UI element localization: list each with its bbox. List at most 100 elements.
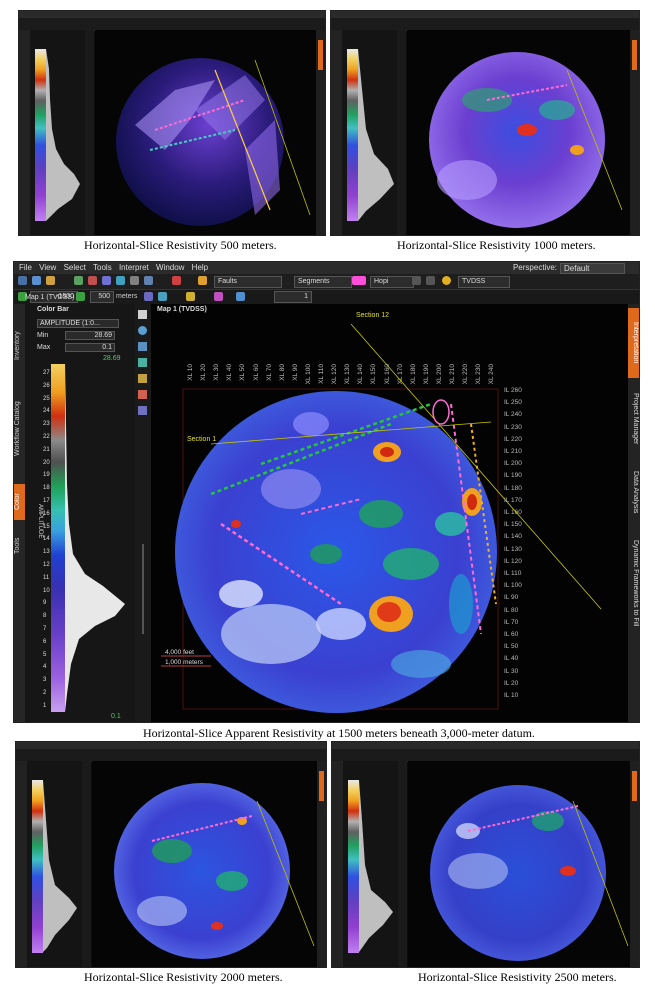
layers-icon[interactable] (74, 276, 83, 285)
crossline-label: XL 220 (462, 364, 470, 385)
tab-tools[interactable]: Tools (14, 528, 25, 564)
color-scale-tick: 22 (43, 434, 50, 440)
open-icon[interactable] (46, 276, 55, 285)
color-scale-tick: 8 (43, 613, 47, 620)
tab-inventory[interactable]: Inventory (14, 316, 25, 376)
color-scale-tick: 7 (43, 626, 47, 632)
color-scale-tick: 10 (43, 587, 50, 594)
segments-select[interactable]: Segments (294, 276, 352, 288)
map-view[interactable] (92, 761, 317, 967)
fit-tool-icon[interactable] (138, 374, 147, 383)
histogram (43, 780, 77, 952)
target-icon[interactable] (172, 276, 181, 285)
frame-input[interactable]: 1 (274, 291, 312, 303)
horizon-color-swatch[interactable] (352, 276, 366, 285)
menu-window[interactable]: Window (156, 262, 184, 274)
color-scale-tick: 19 (43, 472, 50, 479)
well-icon[interactable] (102, 276, 111, 285)
menu-interpret[interactable]: Interpret (119, 262, 149, 274)
color-scale-tick: 6 (43, 638, 47, 645)
light-icon[interactable] (442, 276, 451, 285)
tab-project-manager[interactable]: Project Manager (628, 384, 639, 454)
draw-icon[interactable] (214, 292, 223, 301)
pencil-icon[interactable] (198, 276, 207, 285)
map-view[interactable] (408, 761, 630, 967)
domain-select[interactable]: TVDSS (458, 276, 510, 288)
perspective-select[interactable]: Default (560, 263, 625, 274)
select-tool-icon[interactable] (138, 310, 147, 319)
tab-dynamic-frameworks[interactable]: Dynamic Frameworks to Fill (628, 528, 639, 638)
faults-select[interactable]: Faults (214, 276, 282, 288)
snap-icon[interactable] (186, 292, 195, 301)
crossline-label: XL 160 (383, 364, 391, 385)
menu-file[interactable]: File (19, 262, 32, 274)
right-tabs (316, 30, 325, 235)
crossline-label: XL 10 (187, 364, 194, 381)
attribute-name[interactable]: AMPLITUDE (1:0... (37, 319, 119, 328)
pan-tool-icon[interactable] (138, 342, 147, 351)
step-forward-icon[interactable] (76, 292, 85, 301)
crossline-label: XL 230 (475, 364, 483, 385)
step-input[interactable]: 500 (90, 291, 114, 303)
menu-bar: File View Select Tools Interpret Window … (14, 262, 639, 274)
inline-label: IL 40 (504, 655, 519, 663)
caption-2000m: Horizontal-Slice Resistivity 2000 meters… (84, 970, 283, 984)
crossline-label: XL 50 (239, 364, 247, 381)
color-scale-tick: 3 (43, 677, 47, 684)
tab-color[interactable]: Color (14, 484, 25, 520)
crossline-label: XL 100 (304, 364, 312, 385)
grid-icon[interactable] (130, 276, 139, 285)
screenshot-500m (18, 10, 326, 236)
horizon-select[interactable]: Hopi (370, 276, 414, 288)
inline-label: IL 240 (504, 411, 522, 419)
undo-icon[interactable] (412, 276, 421, 285)
tab-workflow-catalog[interactable]: Workflow Catalog (14, 384, 25, 474)
rotate-tool-icon[interactable] (138, 358, 147, 367)
cube-icon[interactable] (144, 276, 153, 285)
measure-icon[interactable] (236, 292, 245, 301)
caption-1500m: Horizontal-Slice Apparent Resistivity at… (143, 726, 535, 740)
slice-toolbar: -1500 500 meters 1 (14, 290, 639, 305)
inline-label: IL 230 (504, 423, 522, 431)
color-scale-tick: 23 (43, 421, 50, 428)
zoom-tool-icon[interactable] (138, 326, 147, 335)
color-scale-tick: 15 (43, 523, 50, 530)
redo-icon[interactable] (426, 276, 435, 285)
inline-label: IL 140 (504, 533, 522, 541)
color-scale-tick: 24 (43, 408, 50, 415)
crossline-label: XL 130 (344, 364, 352, 385)
menu-tools[interactable]: Tools (93, 262, 112, 274)
color-scale (348, 780, 359, 953)
color-scale (32, 780, 43, 953)
lock-icon[interactable] (144, 292, 153, 301)
color-scale-tick: 21 (43, 446, 50, 453)
zoom-slider[interactable] (142, 544, 144, 634)
crossline-label: XL 80 (278, 364, 286, 381)
map-view[interactable] (95, 30, 316, 235)
side-tabs (331, 30, 342, 235)
right-tabs (317, 761, 326, 967)
save-icon[interactable] (32, 276, 41, 285)
link-icon[interactable] (158, 292, 167, 301)
pick-tool-icon[interactable] (138, 390, 147, 399)
tab-interpretation[interactable]: Interpretation (628, 308, 639, 378)
color-scale-tick: 20 (43, 459, 50, 466)
chart-icon[interactable] (88, 276, 97, 285)
side-tabs (19, 30, 30, 235)
max-value-field[interactable]: 0.1 (65, 343, 115, 352)
inline-label: IL 120 (504, 557, 522, 565)
menu-view[interactable]: View (39, 262, 56, 274)
tool-strip (398, 761, 407, 967)
panel-tab[interactable]: Map 1 (TVDSS) (25, 294, 74, 304)
new-icon[interactable] (18, 276, 27, 285)
menu-select[interactable]: Select (64, 262, 86, 274)
inline-label: IL 170 (504, 496, 522, 504)
tab-data-analysis[interactable]: Data Analysis (628, 462, 639, 522)
menu-help[interactable]: Help (192, 262, 208, 274)
polygon-tool-icon[interactable] (138, 406, 147, 415)
globe-icon[interactable] (116, 276, 125, 285)
map-view[interactable]: Map 1 (TVDSS) Section 12 Section 1 IL 26… (151, 304, 628, 722)
min-value-field[interactable]: 28.69 (65, 331, 115, 340)
map-view[interactable] (407, 30, 630, 235)
inline-label: IL 30 (504, 667, 519, 675)
